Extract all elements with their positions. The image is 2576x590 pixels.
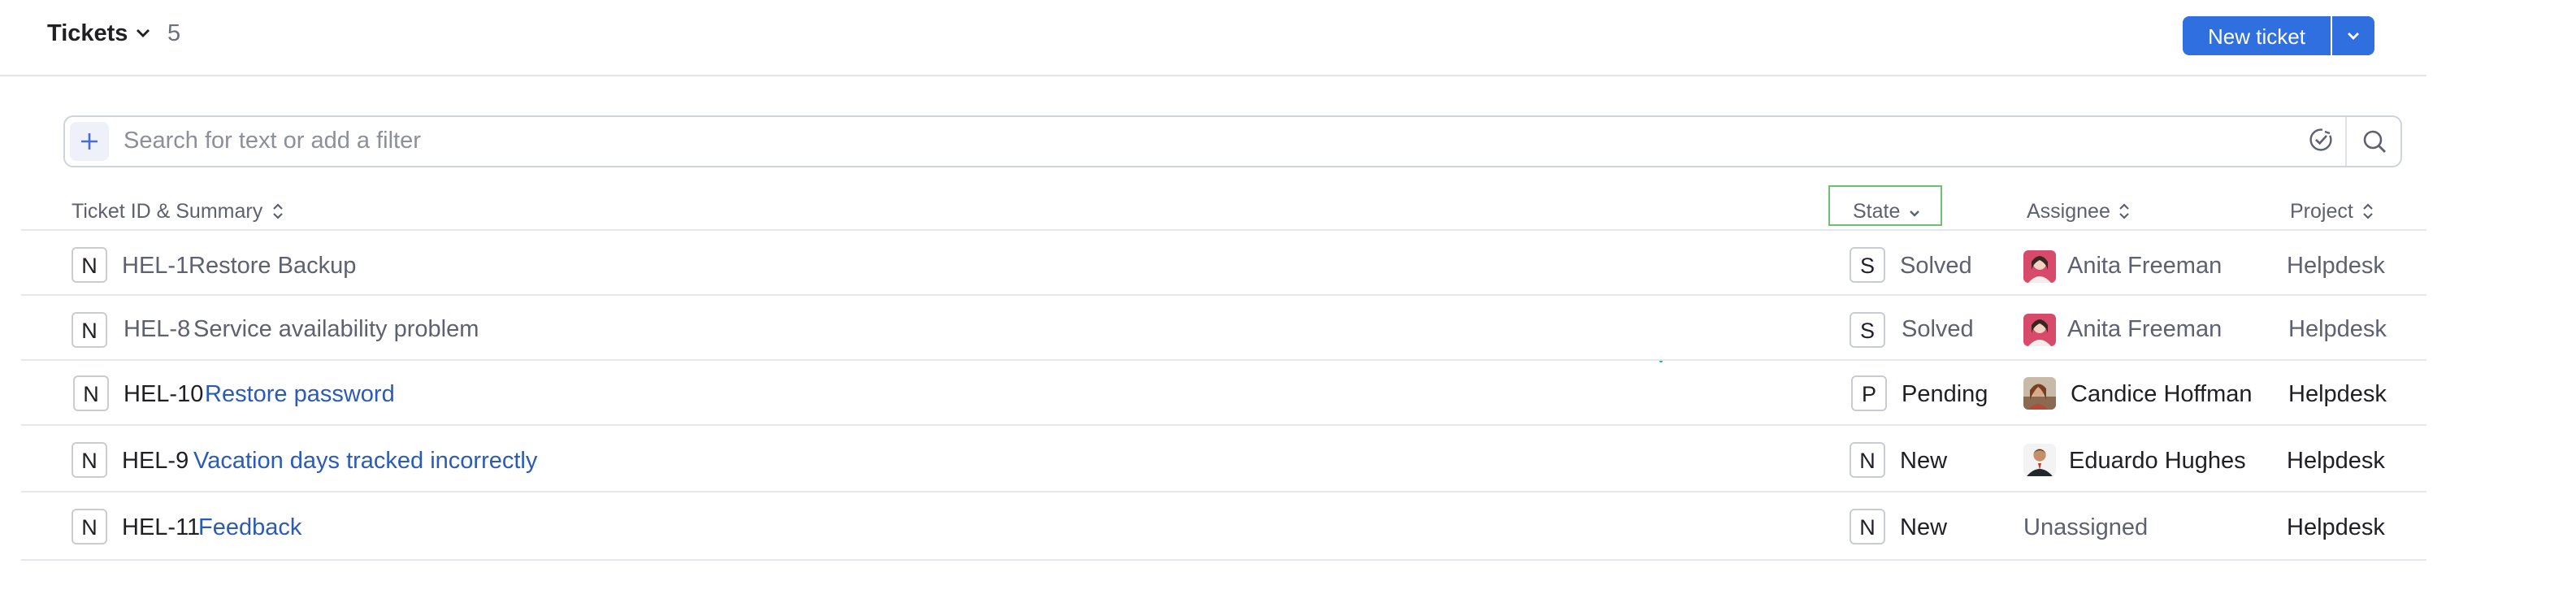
- ticket-type-badge: N: [72, 247, 107, 283]
- ticket-summary[interactable]: Restore password: [205, 382, 395, 408]
- state-badge: P: [1851, 375, 1887, 411]
- state-badge: N: [1850, 509, 1885, 544]
- column-label: Ticket ID & Summary: [72, 200, 263, 223]
- avatar: [2023, 314, 2056, 346]
- sort-desc-icon: [1910, 210, 1920, 217]
- ticket-state[interactable]: New: [1900, 449, 1947, 475]
- ticket-summary[interactable]: Service availability problem: [193, 317, 479, 343]
- ticket-id[interactable]: HEL-10: [124, 382, 203, 408]
- ticket-count: 5: [167, 21, 181, 47]
- ticket-project[interactable]: Helpdesk: [2287, 254, 2385, 280]
- column-header-state[interactable]: State: [1853, 200, 1921, 223]
- table-row[interactable]: N HEL-9 Vacation days tracked incorrectl…: [21, 424, 2426, 492]
- ticket-summary[interactable]: Vacation days tracked incorrectly: [193, 449, 537, 475]
- ticket-state[interactable]: Solved: [1902, 317, 1974, 343]
- tickets-page: Tickets 5 New ticket Search for text or …: [0, 0, 2576, 590]
- table-row[interactable]: N HEL-1 Restore Backup S Solved Anita Fr…: [21, 229, 2426, 296]
- avatar: [2023, 444, 2056, 476]
- page-header: Tickets 5 New ticket: [0, 0, 2426, 76]
- column-label: Assignee: [2027, 200, 2110, 223]
- ticket-state[interactable]: New: [1900, 515, 1947, 541]
- ticket-type-badge: N: [73, 375, 109, 411]
- search-divider: [2345, 117, 2347, 166]
- ticket-summary[interactable]: Feedback: [198, 515, 301, 541]
- search-bar[interactable]: Search for text or add a filter: [63, 115, 2402, 167]
- ticket-id[interactable]: HEL-1: [122, 254, 189, 280]
- column-header-summary[interactable]: Ticket ID & Summary: [72, 200, 284, 223]
- state-badge: N: [1850, 442, 1885, 478]
- ticket-project[interactable]: Helpdesk: [2287, 515, 2385, 541]
- table-row[interactable]: N HEL-10 Restore password P Pending Cand…: [21, 359, 2426, 426]
- ticket-assignee[interactable]: Candice Hoffman: [2071, 382, 2253, 408]
- add-filter-button[interactable]: [70, 122, 109, 161]
- state-badge: S: [1850, 247, 1885, 283]
- table-row[interactable]: N HEL-11 Feedback N New Unassigned Helpd…: [21, 491, 2426, 561]
- column-label: Project: [2290, 200, 2353, 223]
- search-input[interactable]: Search for text or add a filter: [124, 128, 421, 154]
- sort-icon: [272, 203, 282, 219]
- ticket-id[interactable]: HEL-8: [124, 317, 190, 343]
- ticket-assignee[interactable]: Anita Freeman: [2067, 254, 2222, 280]
- new-ticket-menu-button[interactable]: [2332, 16, 2374, 55]
- ticket-project[interactable]: Helpdesk: [2287, 449, 2385, 475]
- saved-search-check-icon[interactable]: [2308, 127, 2334, 153]
- search-icon[interactable]: [2361, 128, 2387, 154]
- column-label: State: [1853, 200, 1901, 223]
- sort-icon: [2120, 203, 2130, 219]
- ticket-state[interactable]: Solved: [1900, 254, 1972, 280]
- ticket-id[interactable]: HEL-11: [122, 515, 200, 541]
- chevron-down-icon: [2348, 33, 2359, 40]
- column-header-project[interactable]: Project: [2290, 200, 2374, 223]
- plus-icon: [81, 133, 98, 150]
- table-row[interactable]: N HEL-8 Service availability problem S S…: [21, 294, 2426, 361]
- ticket-assignee[interactable]: Anita Freeman: [2067, 317, 2222, 343]
- avatar: [2023, 377, 2056, 410]
- ticket-assignee[interactable]: Eduardo Hughes: [2069, 449, 2246, 475]
- ticket-assignee[interactable]: Unassigned: [2023, 515, 2148, 541]
- ticket-project[interactable]: Helpdesk: [2288, 382, 2387, 408]
- ticket-id[interactable]: HEL-9: [122, 449, 189, 475]
- ticket-type-badge: N: [72, 442, 107, 478]
- sort-icon: [2363, 203, 2373, 219]
- column-header-assignee[interactable]: Assignee: [2027, 200, 2131, 223]
- ticket-state[interactable]: Pending: [1902, 382, 1988, 408]
- ticket-type-badge: N: [72, 509, 107, 544]
- state-badge: S: [1850, 312, 1885, 348]
- ticket-project[interactable]: Helpdesk: [2288, 317, 2387, 343]
- ticket-type-badge: N: [72, 312, 107, 348]
- page-title[interactable]: Tickets: [47, 21, 128, 47]
- chevron-down-icon[interactable]: [133, 23, 153, 42]
- avatar: [2023, 250, 2056, 283]
- new-ticket-button[interactable]: New ticket: [2183, 16, 2331, 55]
- ticket-summary[interactable]: Restore Backup: [189, 254, 356, 280]
